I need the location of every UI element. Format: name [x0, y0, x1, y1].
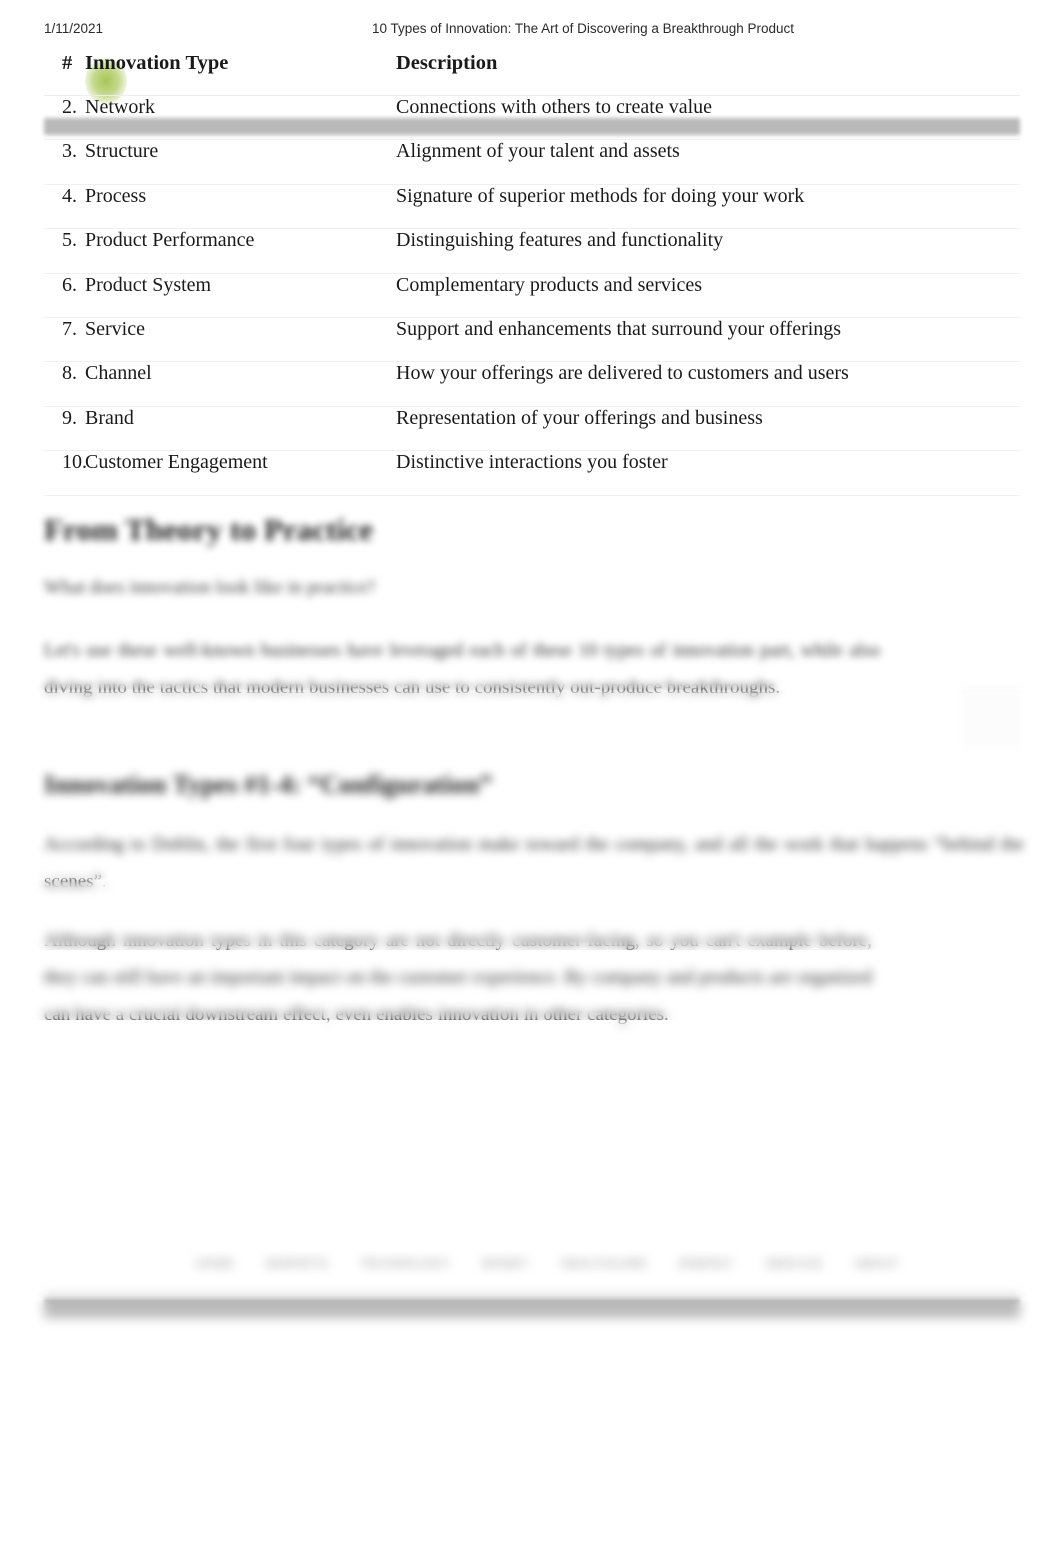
row-number: 9. — [62, 406, 77, 429]
table-row: 4. Process Signature of superior methods… — [44, 184, 1020, 230]
row-type: Brand — [85, 406, 134, 429]
row-type: Product Performance — [85, 229, 255, 252]
paragraph-configuration: According to Doblin, the first four type… — [44, 834, 1024, 892]
section-heading-configuration: Innovation Types #1-4: “Configuration” — [44, 770, 493, 799]
table-row: 8. Channel How your offerings are delive… — [44, 362, 1020, 407]
column-header-description: Description — [396, 52, 498, 74]
nav-item-healthcare[interactable]: HEALTHCARE — [545, 1258, 663, 1270]
nav-item-home[interactable]: HOME — [180, 1258, 250, 1270]
row-type: Customer Engagement — [85, 451, 268, 474]
row-description: Distinguishing features and functionalit… — [396, 229, 724, 252]
row-description: Complementary products and services — [396, 273, 703, 296]
row-number: 3. — [62, 140, 77, 163]
row-description: How your offerings are delivered to cust… — [396, 362, 849, 385]
innovation-types-table: # Innovation Type Description 2. Network… — [44, 52, 1020, 496]
row-number: 10. — [62, 451, 87, 474]
row-type: Structure — [85, 140, 159, 163]
table-row: 2. Network Connections with others to cr… — [44, 96, 1020, 141]
nav-item-energy[interactable]: ENERGY — [664, 1258, 750, 1270]
row-type: Service — [85, 317, 145, 340]
section-heading-from-theory-to-practice: From Theory to Practice — [44, 512, 374, 547]
row-type: Product System — [85, 273, 212, 296]
row-number: 8. — [62, 362, 77, 385]
inline-figure-placeholder-icon — [962, 686, 1020, 746]
row-type: Process — [85, 184, 147, 207]
row-description: Representation of your offerings and bus… — [396, 406, 763, 429]
row-description: Distinctive interactions you foster — [396, 451, 668, 474]
nav-item-about[interactable]: ABOUT — [839, 1258, 915, 1270]
nav-item-markets[interactable]: MARKETS — [250, 1258, 344, 1270]
site-navigation[interactable]: HOME MARKETS TECHNOLOGY MONEY HEALTHCARE… — [180, 1258, 1030, 1270]
selection-band-bottom — [44, 1296, 1020, 1318]
row-type: Channel — [85, 362, 152, 385]
row-type: Network — [85, 96, 155, 118]
nav-item-service[interactable]: SERVICE — [750, 1258, 839, 1270]
paragraph-intro: Let's use these well-known businesses ha… — [44, 640, 880, 698]
row-number: 7. — [62, 317, 77, 340]
table-header-row: # Innovation Type Description — [44, 52, 1020, 96]
page-content: # Innovation Type Description 2. Network… — [0, 0, 1062, 1556]
table-row: 6. Product System Complementary products… — [44, 274, 1020, 318]
column-header-type: Innovation Type — [85, 52, 229, 74]
table-row: 9. Brand Representation of your offering… — [44, 406, 1020, 452]
row-number: 2. — [62, 96, 77, 118]
row-description: Support and enhancements that surround y… — [396, 317, 842, 340]
row-description: Signature of superior methods for doing … — [396, 184, 805, 207]
row-number: 6. — [62, 273, 77, 296]
table-row: 10. Customer Engagement Distinctive inte… — [44, 451, 1020, 496]
nav-item-technology[interactable]: TECHNOLOGY — [344, 1258, 466, 1270]
section-subline: What does innovation look like in practi… — [44, 577, 376, 598]
row-description: Connections with others to create value — [396, 96, 713, 118]
paragraph-customer-facing: Although innovation types in this catego… — [44, 930, 872, 1025]
table-row: 7. Service Support and enhancements that… — [44, 317, 1020, 363]
nav-item-money[interactable]: MONEY — [467, 1258, 546, 1270]
table-row: 5. Product Performance Distinguishing fe… — [44, 229, 1020, 274]
row-number: 5. — [62, 229, 77, 252]
table-row: 3. Structure Alignment of your talent an… — [44, 140, 1020, 185]
row-number: 4. — [62, 184, 77, 207]
row-description: Alignment of your talent and assets — [396, 140, 680, 163]
column-header-number: # — [62, 52, 73, 74]
